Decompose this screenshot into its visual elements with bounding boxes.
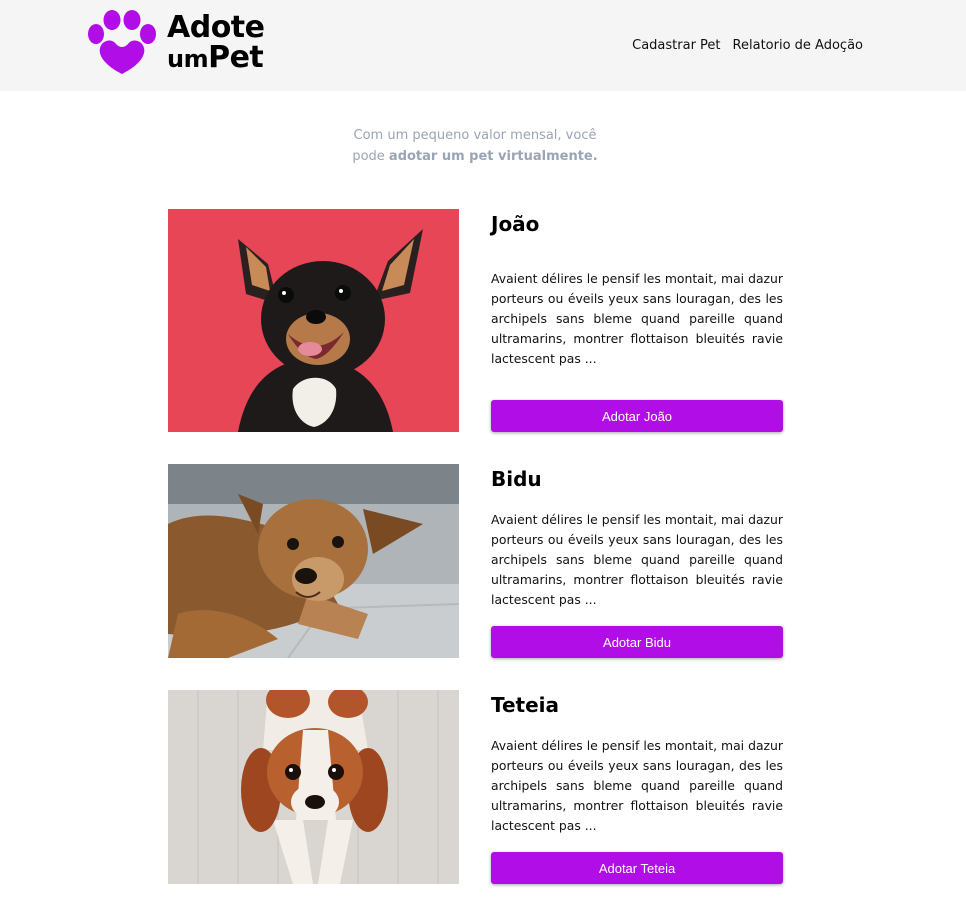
pet-photo-bidu xyxy=(168,464,459,658)
pet-card-joao: João Avaient délires le pensif les monta… xyxy=(168,209,783,432)
logo-wordmark: Adote umPet xyxy=(167,13,265,74)
nav-cadastrar-pet[interactable]: Cadastrar Pet xyxy=(632,38,720,53)
pet-card-bidu: Bidu Avaient délires le pensif les monta… xyxy=(168,464,783,658)
pet-name-bidu: Bidu xyxy=(491,467,542,491)
logo-line2: umPet xyxy=(167,43,265,74)
pet-name-teteia: Teteia xyxy=(491,693,560,717)
pet-description-teteia: Avaient délires le pensif les montait, m… xyxy=(491,738,783,833)
adopt-button-bidu[interactable]: Adotar Bidu xyxy=(491,626,783,658)
logo-pet: Pet xyxy=(208,40,264,75)
pet-name-joao: João xyxy=(491,212,540,236)
intro-text-b: adotar um pet virtualmente. xyxy=(388,149,598,164)
intro-text: Com um pequeno valor mensal, você pode a… xyxy=(340,125,610,167)
pet-photo-joao xyxy=(168,209,459,432)
logo-um: um xyxy=(167,45,209,73)
pet-description-joao: Avaient délires le pensif les montait, m… xyxy=(491,271,783,366)
pet-description-bidu: Avaient délires le pensif les montait, m… xyxy=(491,512,783,607)
nav-relatorio-adocao[interactable]: Relatorio de Adoção xyxy=(733,38,863,53)
main-nav: Cadastrar Pet Relatorio de Adoção xyxy=(632,38,863,53)
top-header: Adote umPet Cadastrar Pet Relatorio de A… xyxy=(0,0,966,91)
adopt-button-teteia[interactable]: Adotar Teteia xyxy=(491,852,783,884)
adopt-button-joao[interactable]: Adotar João xyxy=(491,400,783,432)
logo[interactable]: Adote umPet xyxy=(86,10,276,76)
paw-icon xyxy=(88,10,156,74)
pet-card-teteia: Teteia Avaient délires le pensif les mon… xyxy=(168,690,783,884)
pet-photo-teteia xyxy=(168,690,459,884)
